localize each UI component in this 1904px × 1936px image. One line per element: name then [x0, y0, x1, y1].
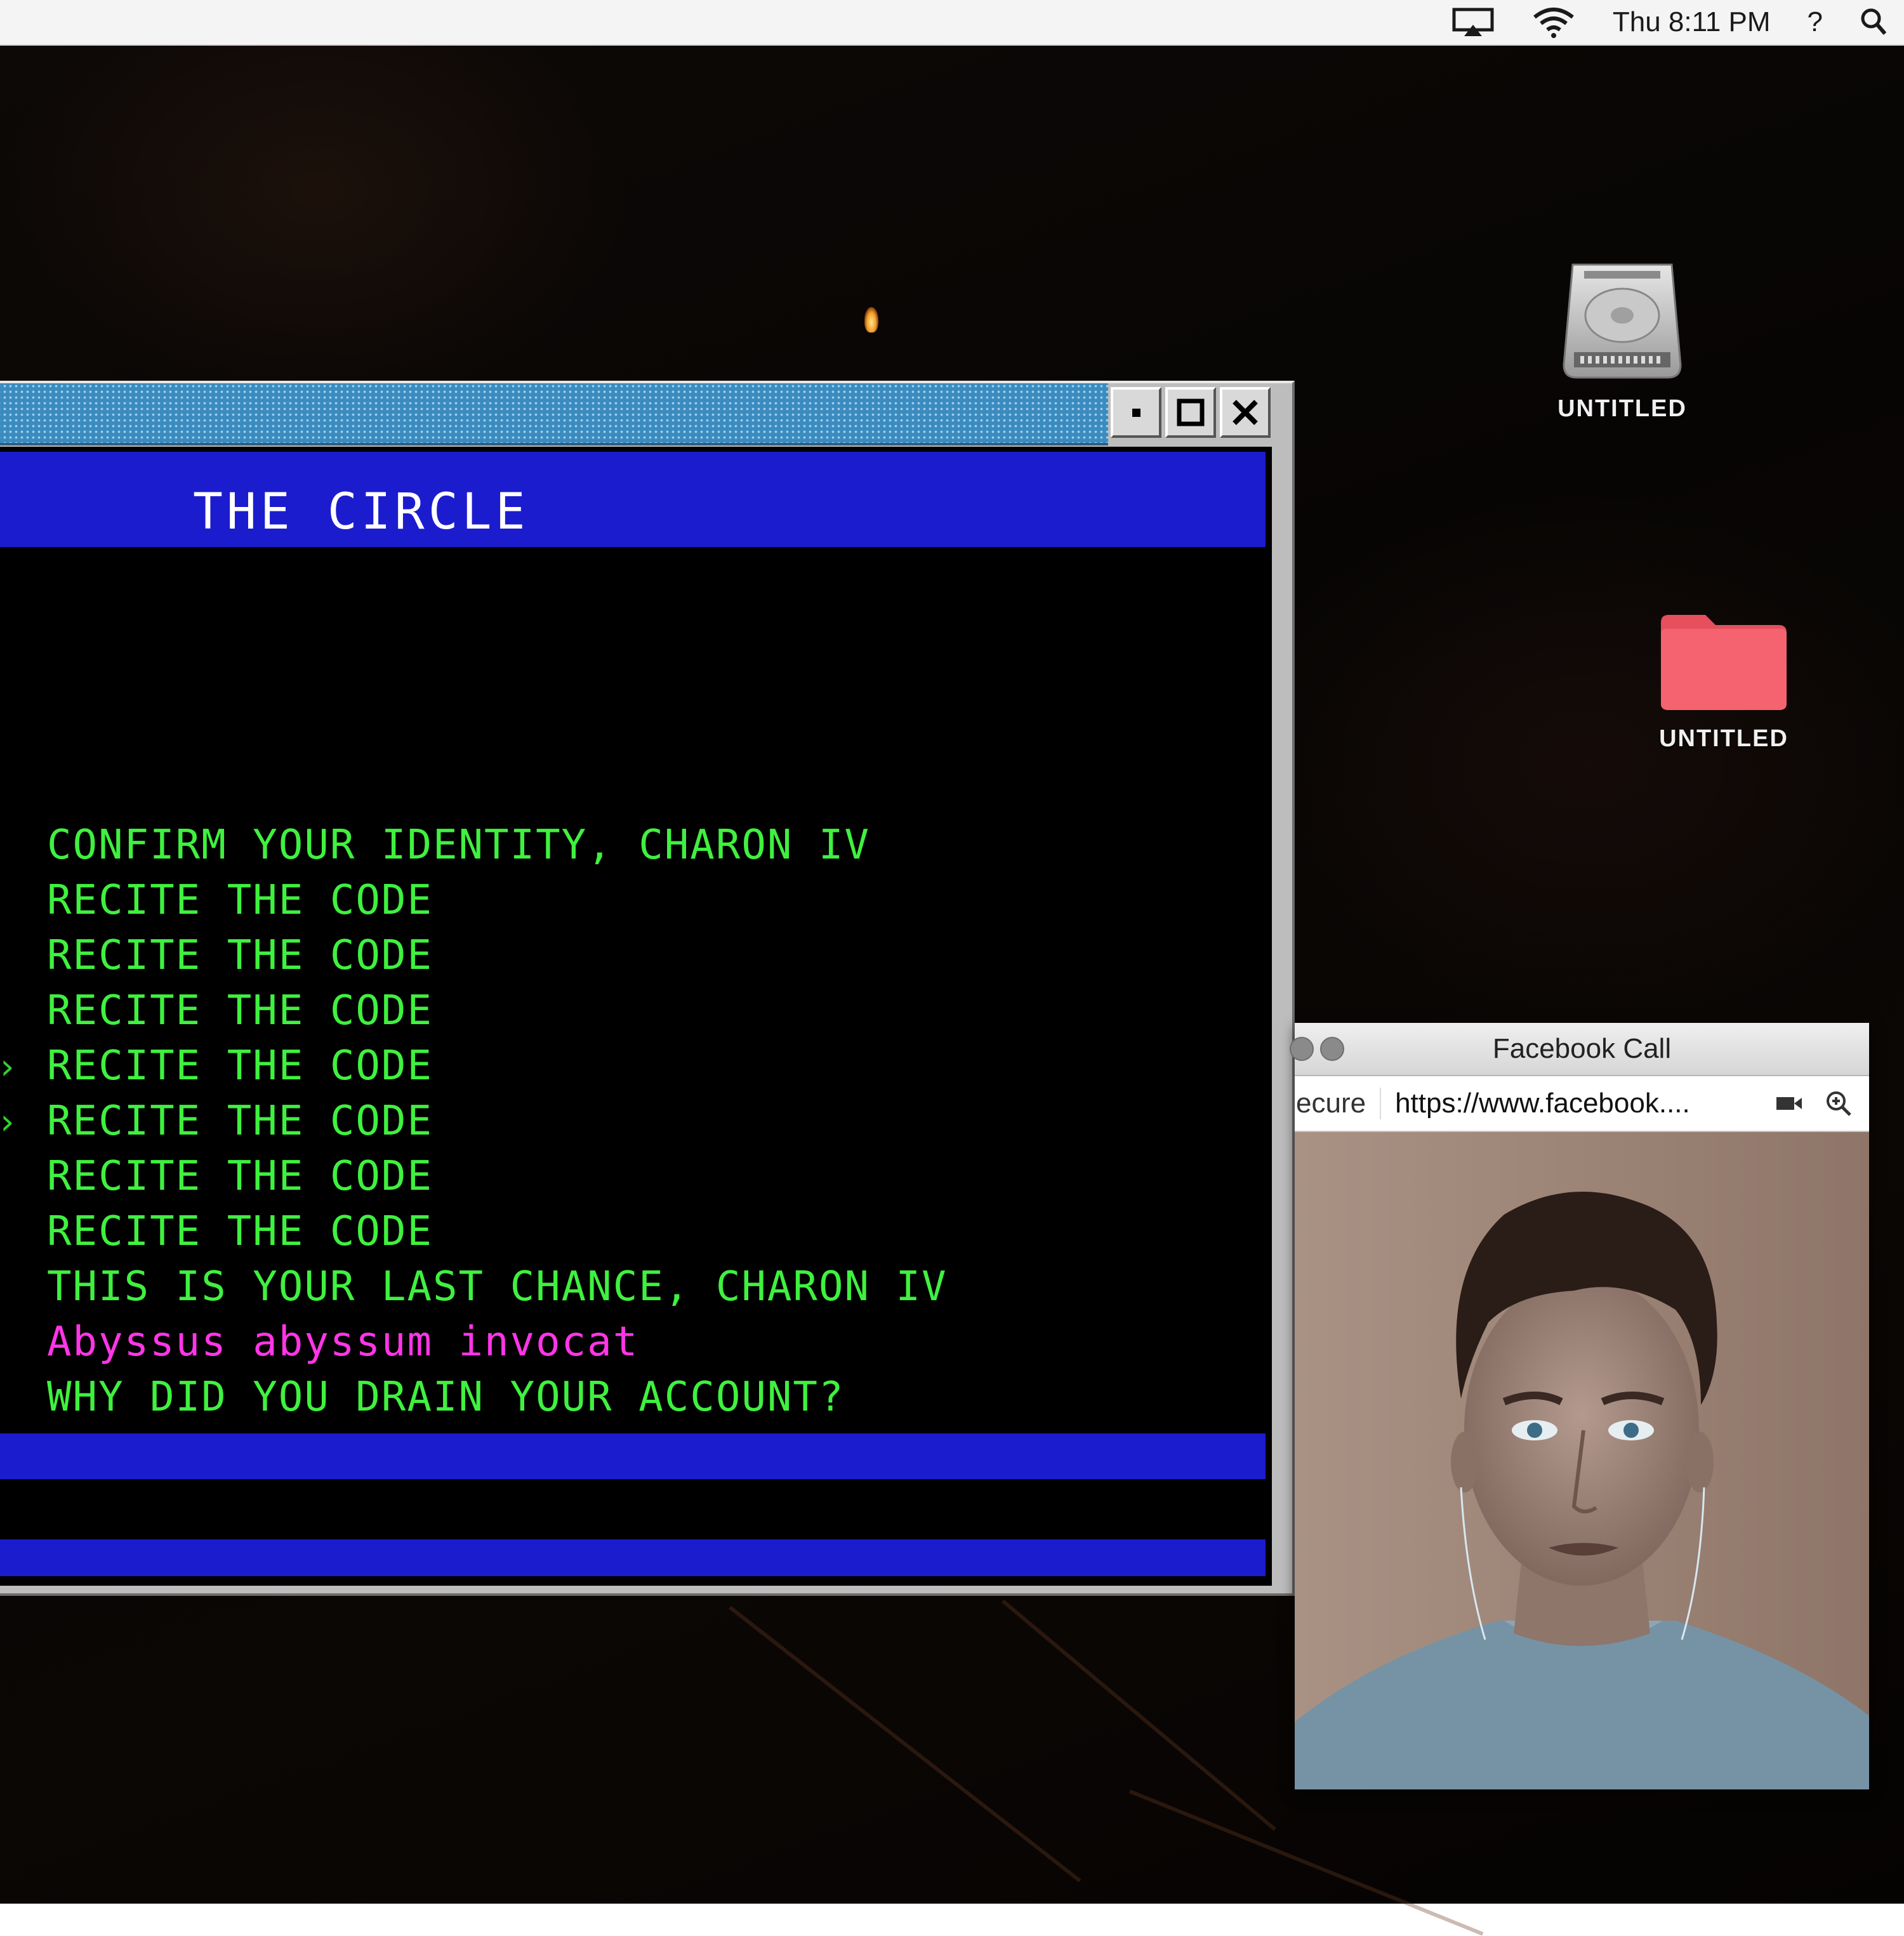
spotlight-icon[interactable] — [1860, 7, 1887, 37]
title-band: THE CIRCLE — [0, 452, 1266, 547]
url-field[interactable]: https://www.facebook.... — [1381, 1088, 1775, 1119]
status-band — [0, 1539, 1266, 1576]
terminal-output: CONFIRM YOUR IDENTITY, CHARON IV RECITE … — [47, 818, 948, 1425]
hard-drive-icon — [1563, 263, 1682, 379]
facebook-call-titlebar[interactable]: Facebook Call — [1290, 1023, 1869, 1076]
maximize-button[interactable] — [1165, 387, 1216, 438]
circle-terminal-window[interactable]: THE CIRCLE › › CONFIRM YOUR IDENTITY, CH… — [0, 381, 1295, 1596]
zoom-icon[interactable] — [1825, 1090, 1853, 1117]
terminal-line: RECITE THE CODE — [47, 932, 433, 979]
window-close-button[interactable] — [1290, 1037, 1314, 1061]
window-controls — [1111, 387, 1271, 438]
address-bar[interactable]: ecure https://www.facebook.... — [1295, 1076, 1869, 1132]
terminal-titlebar[interactable] — [0, 383, 1108, 445]
secure-label: ecure — [1295, 1088, 1382, 1119]
wifi-icon[interactable] — [1531, 6, 1576, 39]
terminal-title: THE CIRCLE — [193, 484, 529, 541]
terminal-line: RECITE THE CODE — [47, 1153, 433, 1200]
caller-video-image — [1295, 1132, 1869, 1789]
terminal-line: RECITE THE CODE — [47, 987, 433, 1034]
folder-icon — [1661, 615, 1787, 710]
arrow-marker: › — [0, 1046, 18, 1088]
input-band[interactable] — [0, 1433, 1266, 1479]
terminal-prompt-line: WHY DID YOU DRAIN YOUR ACCOUNT? — [47, 1374, 845, 1421]
facebook-call-window[interactable]: Facebook Call ecure https://www.facebook… — [1290, 1023, 1869, 1789]
window-title: Facebook Call — [1492, 1033, 1672, 1064]
desktop-icon-hard-drive[interactable]: UNTITLED — [1521, 257, 1724, 423]
terminal-screen: THE CIRCLE › › CONFIRM YOUR IDENTITY, CH… — [0, 447, 1272, 1586]
background-streak — [1128, 1789, 1484, 1936]
close-icon — [1233, 400, 1258, 425]
desktop-icon-folder[interactable]: UNTITLED — [1622, 606, 1825, 753]
terminal-line: CONFIRM YOUR IDENTITY, CHARON IV — [47, 822, 870, 869]
address-bar-icons — [1775, 1090, 1869, 1117]
window-minimize-button[interactable] — [1320, 1037, 1344, 1061]
video-camera-icon[interactable] — [1775, 1095, 1803, 1112]
terminal-line: RECITE THE CODE — [47, 877, 433, 924]
menu-bar: Thu 8:11 PM ? — [0, 0, 1904, 46]
video-feed — [1295, 1132, 1869, 1789]
background-streak — [729, 1605, 1081, 1883]
maximize-icon — [1177, 398, 1205, 426]
arrow-marker: › — [0, 1102, 18, 1143]
close-button[interactable] — [1220, 387, 1271, 438]
terminal-line: RECITE THE CODE — [47, 1043, 433, 1090]
candle-flame — [864, 307, 878, 333]
terminal-line: THIS IS YOUR LAST CHANCE, CHARON IV — [47, 1263, 948, 1310]
minimize-icon — [1132, 409, 1140, 417]
desktop-icon-label: UNTITLED — [1659, 725, 1788, 752]
minimize-button[interactable] — [1111, 387, 1161, 438]
terminal-line: RECITE THE CODE — [47, 1208, 433, 1255]
airplay-icon[interactable] — [1451, 7, 1495, 37]
desktop-icon-label: UNTITLED — [1557, 395, 1687, 422]
help-menu[interactable]: ? — [1808, 6, 1823, 38]
terminal-line-latin: Abyssus abyssum invocat — [47, 1319, 639, 1366]
terminal-line: RECITE THE CODE — [47, 1098, 433, 1145]
clock[interactable]: Thu 8:11 PM — [1613, 6, 1771, 38]
